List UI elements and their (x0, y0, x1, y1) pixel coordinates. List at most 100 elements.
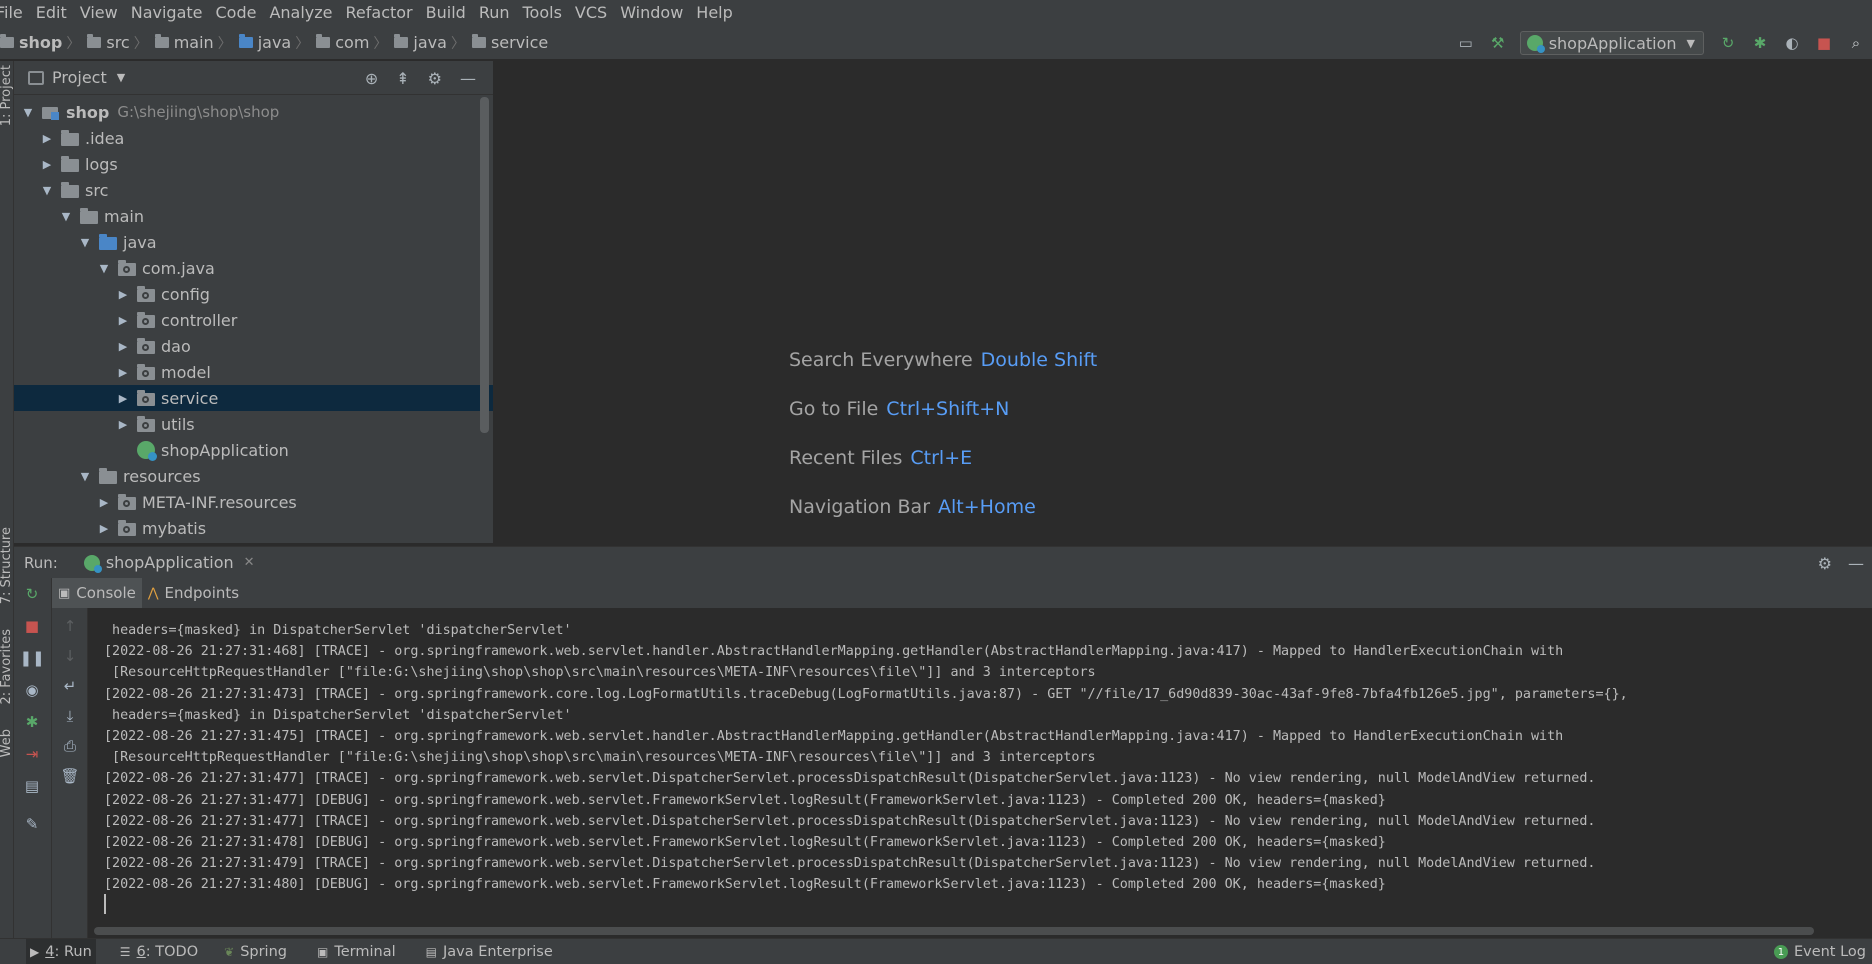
tree-row-main[interactable]: ▼ main (14, 203, 493, 229)
close-icon[interactable]: ✕ (244, 555, 255, 570)
stop-icon[interactable]: ■ (1814, 33, 1834, 53)
menu-run[interactable]: Run (472, 0, 516, 26)
tree-row-shop[interactable]: ▼ shop G:\shejiing\shop\shop (14, 99, 493, 125)
tool-java-enterprise[interactable]: ▤ Java Enterprise (422, 939, 557, 964)
tree-row-meta-inf-resources[interactable]: ▶ META-INF.resources (14, 489, 493, 515)
expand-arrow-right-icon[interactable]: ▶ (41, 132, 53, 145)
debug-bug-icon[interactable]: ✱ (22, 712, 42, 732)
menu-help[interactable]: Help (689, 0, 738, 26)
menu-view[interactable]: View (73, 0, 124, 26)
console-horizontal-scrollbar[interactable] (88, 924, 1872, 938)
stop-icon[interactable]: ■ (22, 616, 42, 636)
project-scrollbar[interactable] (480, 97, 489, 433)
tree-row-shopapplication[interactable]: shopApplication (14, 437, 493, 463)
exit-icon[interactable]: ⇥ (22, 744, 42, 764)
gear-icon[interactable]: ⚙ (428, 69, 442, 88)
tree-row-mybatis[interactable]: ▶ mybatis (14, 515, 493, 541)
menu-file[interactable]: File (0, 0, 29, 26)
layout-icon[interactable]: ▭ (1456, 33, 1476, 53)
menu-refactor[interactable]: Refactor (339, 0, 419, 26)
tree-row-config[interactable]: ▶ config (14, 281, 493, 307)
expand-arrow-right-icon[interactable]: ▶ (117, 418, 129, 431)
expand-arrow-right-icon[interactable]: ▶ (98, 522, 110, 535)
run-tab-shopapplication[interactable]: shopApplication ✕ (80, 547, 259, 579)
tree-row-com-java[interactable]: ▼ com.java (14, 255, 493, 281)
collapse-all-icon[interactable]: ⇞ (396, 69, 409, 88)
breadcrumb-main[interactable]: main (174, 33, 214, 52)
tool-run[interactable]: ▶ 4: Run (26, 938, 96, 964)
tool-todo[interactable]: ☰ 6: TODO (116, 939, 202, 964)
expand-arrow-down-icon[interactable]: ▼ (41, 184, 53, 197)
tool-spring[interactable]: ❦ Spring (220, 939, 291, 964)
menu-navigate[interactable]: Navigate (124, 0, 209, 26)
expand-arrow-down-icon[interactable]: ▼ (79, 236, 91, 249)
coverage-icon[interactable]: ◐ (1782, 33, 1802, 53)
expand-arrow-right-icon[interactable]: ▶ (117, 314, 129, 327)
breadcrumb-java[interactable]: java (258, 33, 292, 52)
minimize-icon[interactable]: — (460, 69, 476, 88)
rerun-icon[interactable]: ↻ (1718, 33, 1738, 53)
tab-endpoints[interactable]: ⋀ Endpoints (142, 578, 245, 608)
project-title[interactable]: Project (52, 68, 107, 87)
breadcrumb-shop[interactable]: shop (19, 33, 62, 52)
menu-build[interactable]: Build (419, 0, 472, 26)
build-hammer-icon[interactable]: ⚒ (1488, 33, 1508, 53)
menu-edit[interactable]: Edit (29, 0, 73, 26)
expand-arrow-down-icon[interactable]: ▼ (98, 262, 110, 275)
menu-vcs[interactable]: VCS (568, 0, 613, 26)
stripe-structure[interactable]: 7: Structure (0, 527, 14, 604)
tool-terminal[interactable]: ▣ Terminal (313, 939, 400, 964)
minimize-icon[interactable]: — (1848, 554, 1864, 573)
expand-arrow-down-icon[interactable]: ▼ (79, 470, 91, 483)
breadcrumb-com[interactable]: com (335, 33, 369, 52)
scrollbar-thumb[interactable] (94, 927, 1814, 935)
tab-console[interactable]: ▣ Console (52, 578, 142, 608)
tree-row-logs[interactable]: ▶ logs (14, 151, 493, 177)
tree-row-resources[interactable]: ▼ resources (14, 463, 493, 489)
menu-tools[interactable]: Tools (516, 0, 568, 26)
expand-arrow-right-icon[interactable]: ▶ (98, 496, 110, 509)
tree-row-utils[interactable]: ▶ utils (14, 411, 493, 437)
breadcrumb-service[interactable]: service (491, 33, 548, 52)
rerun-icon[interactable]: ↻ (22, 584, 42, 604)
tree-row-service[interactable]: ▶ service (14, 385, 493, 411)
tree-row-java[interactable]: ▼ java (14, 229, 493, 255)
menu-analyze[interactable]: Analyze (262, 0, 338, 26)
expand-arrow-right-icon[interactable]: ▶ (117, 366, 129, 379)
stripe-web[interactable]: Web (0, 729, 14, 757)
locate-target-icon[interactable]: ⊕ (365, 69, 378, 88)
stripe-project[interactable]: 1: Project (0, 65, 14, 126)
arrow-down-icon[interactable]: ↓ (60, 646, 80, 666)
gear-icon[interactable]: ⚙ (1818, 554, 1832, 573)
expand-arrow-right-icon[interactable]: ▶ (41, 158, 53, 171)
tree-row-controller[interactable]: ▶ controller (14, 307, 493, 333)
breadcrumb-src[interactable]: src (106, 33, 129, 52)
event-log[interactable]: 1 Event Log (1773, 939, 1866, 964)
expand-arrow-down-icon[interactable]: ▼ (22, 106, 34, 119)
layout-icon[interactable]: ▤ (22, 776, 42, 796)
tree-row-dao[interactable]: ▶ dao (14, 333, 493, 359)
menu-code[interactable]: Code (209, 0, 263, 26)
stripe-favorites[interactable]: 2: Favorites (0, 629, 14, 705)
search-icon[interactable]: ⌕ (1846, 33, 1866, 53)
debug-bug-icon[interactable]: ✱ (1750, 33, 1770, 53)
pause-icon[interactable]: ❚❚ (19, 648, 44, 668)
breadcrumb-java-package[interactable]: java (413, 33, 447, 52)
tree-row--idea[interactable]: ▶ .idea (14, 125, 493, 151)
camera-icon[interactable]: ◉ (22, 680, 42, 700)
tree-row-model[interactable]: ▶ model (14, 359, 493, 385)
menu-window[interactable]: Window (613, 0, 689, 26)
expand-arrow-right-icon[interactable]: ▶ (117, 340, 129, 353)
expand-arrow-right-icon[interactable]: ▶ (117, 288, 129, 301)
console-output[interactable]: headers={masked} in DispatcherServlet 'd… (88, 608, 1872, 924)
chevron-down-icon[interactable]: ▼ (117, 71, 125, 84)
expand-arrow-down-icon[interactable]: ▼ (60, 210, 72, 223)
scroll-to-end-icon[interactable]: ⤓ (60, 706, 80, 726)
arrow-up-icon[interactable]: ↑ (60, 616, 80, 636)
pin-icon[interactable]: ✎ (22, 814, 42, 834)
print-icon[interactable]: ⎙ (60, 736, 80, 756)
run-configuration-select[interactable]: shopApplication ▼ (1519, 31, 1704, 55)
tree-row-src[interactable]: ▼ src (14, 177, 493, 203)
expand-arrow-right-icon[interactable]: ▶ (117, 392, 129, 405)
soft-wrap-icon[interactable]: ↵ (60, 676, 80, 696)
